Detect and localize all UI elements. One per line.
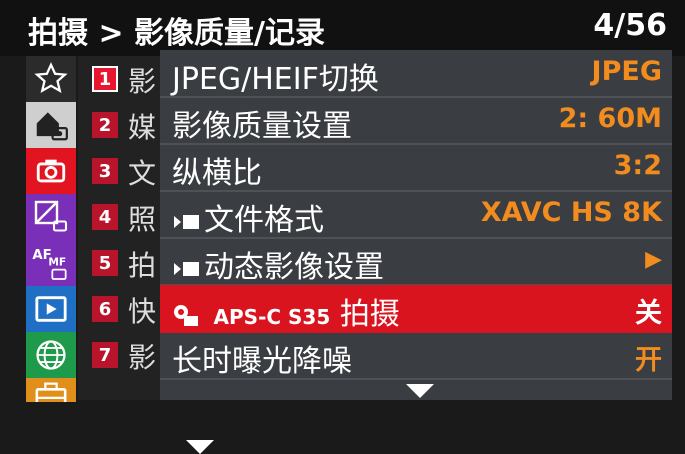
tab-focus[interactable]: AF MF: [26, 240, 76, 286]
toolbox-icon: [35, 382, 67, 402]
subpage-item[interactable]: 4 照: [90, 194, 160, 240]
submenu-arrow: ▶: [645, 247, 662, 272]
movie-icon: [174, 214, 199, 229]
menu-item-jpeg-heif[interactable]: JPEG/HEIF切换 JPEG: [160, 50, 672, 98]
subpage-label: 照: [128, 203, 157, 236]
menu-item-label: 影像质量设置: [172, 109, 352, 144]
exposure-icon: [34, 200, 68, 232]
menu-item-value: 2: 60M: [558, 103, 662, 134]
menu-item-file-format[interactable]: 文件格式 XAVC HS 8K: [160, 191, 672, 239]
menu-item-value: JPEG: [591, 56, 662, 87]
af-mf-icon: AFMF: [32, 248, 67, 280]
title-bar: 拍摄 > 影像质量/记录 4/56: [0, 0, 685, 56]
subpage-item[interactable]: 1 影: [90, 56, 160, 102]
tab-setup[interactable]: [26, 378, 76, 402]
subpage-number: 5: [92, 250, 118, 276]
subpage-number: 1: [92, 66, 118, 92]
svg-text:MF: MF: [48, 256, 66, 269]
menu-item-label-group: APS-C S35 拍摄: [172, 289, 400, 333]
subpage-number: 7: [92, 342, 118, 368]
subpage-label: 快: [128, 295, 157, 328]
subpage-item[interactable]: 3 文: [90, 148, 160, 194]
menu-item-long-exposure-nr[interactable]: 长时曝光降噪 开: [160, 332, 672, 380]
menu-item-aspect-ratio[interactable]: 纵横比 3:2: [160, 144, 672, 192]
menu-item-label: 纵横比: [172, 156, 262, 191]
menu-item-label: 拍摄: [339, 297, 400, 332]
menu-item-value: XAVC HS 8K: [480, 197, 662, 228]
menu-item-label-group: 文件格式: [172, 195, 324, 239]
page-title: 拍摄 > 影像质量/记录: [28, 16, 325, 51]
subpage-label: 媒: [128, 111, 157, 144]
menu-item-value: 开: [635, 345, 662, 376]
subpage-list: 1 影 2 媒 3 文 4 照 5 拍 6 快 7 影: [78, 56, 214, 454]
menu-item-label: 长时曝光降噪: [172, 344, 352, 379]
subpage-label: 文: [128, 157, 157, 190]
scroll-down-arrow-icon[interactable]: [186, 440, 214, 454]
subpage-item[interactable]: 6 快: [90, 286, 160, 332]
menu-item-apsc-s35[interactable]: APS-C S35 拍摄 关: [160, 285, 672, 333]
subpage-number: 2: [92, 112, 118, 138]
subpage-number: 6: [92, 296, 118, 322]
tab-network[interactable]: [26, 332, 76, 378]
tab-my-menu[interactable]: [26, 102, 76, 148]
tab-favorites[interactable]: [26, 56, 76, 102]
menu-item-label: 文件格式: [204, 203, 324, 238]
subpage-label: 拍: [128, 249, 157, 282]
star-icon: [34, 62, 68, 94]
tab-playback[interactable]: [26, 286, 76, 332]
menu-item-value: 关: [635, 298, 662, 329]
subpage-item[interactable]: 7 影: [90, 332, 160, 378]
tab-exposure[interactable]: [26, 194, 76, 240]
subpage-item[interactable]: 5 拍: [90, 240, 160, 286]
category-sidebar: AF MF: [26, 56, 76, 402]
menu-item-label: 动态影像设置: [204, 250, 384, 285]
subpage-label: 影: [128, 65, 157, 98]
menu-item-value: 3:2: [613, 150, 662, 181]
subpage-number: 4: [92, 204, 118, 230]
menu-item-movie-settings[interactable]: 动态影像设置 ▶: [160, 238, 672, 286]
menu-item-image-quality[interactable]: 影像质量设置 2: 60M: [160, 97, 672, 145]
subpage-number: 3: [92, 158, 118, 184]
menu-item-label-prefix: APS-C S35: [213, 305, 331, 329]
playback-icon: [35, 296, 67, 322]
menu-list: JPEG/HEIF切换 JPEG 影像质量设置 2: 60M 纵横比 3:2 文…: [160, 50, 672, 400]
tab-shooting[interactable]: [26, 148, 76, 194]
menu-item-label-group: 动态影像设置: [172, 242, 384, 286]
movie-icon: [174, 261, 199, 276]
network-icon: [36, 340, 66, 370]
home-camera-icon: [36, 112, 68, 141]
stills-movie-icon: [174, 304, 198, 326]
scroll-down-arrow-icon[interactable]: [406, 384, 434, 398]
subpage-item[interactable]: 2 媒: [90, 102, 160, 148]
menu-item-label: JPEG/HEIF切换: [172, 62, 379, 97]
page-counter: 4/56: [593, 8, 667, 43]
camera-icon: [36, 159, 66, 183]
subpage-label: 影: [128, 341, 157, 374]
